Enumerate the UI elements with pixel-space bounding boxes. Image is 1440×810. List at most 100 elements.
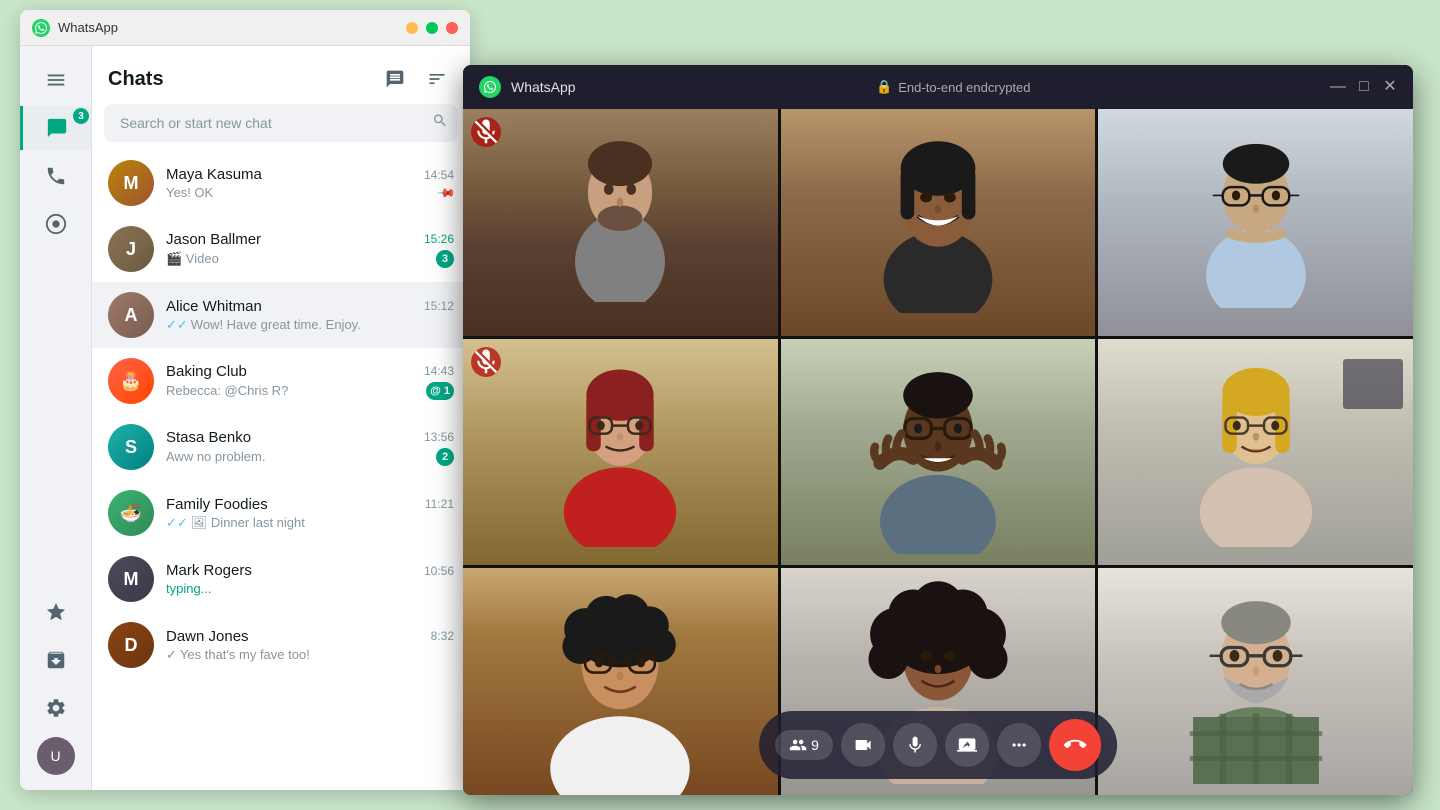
avatar: A <box>108 292 154 338</box>
chat-panel: Chats <box>92 46 470 790</box>
sidebar-item-status[interactable] <box>34 202 78 246</box>
chat-preview: 🎬 Video <box>166 251 219 267</box>
list-item[interactable]: M Mark Rogers 10:56 typing... <box>92 546 470 612</box>
list-item[interactable]: A Alice Whitman 15:12 ✓✓ Wow! Have great… <box>92 282 470 348</box>
video-cell-6 <box>1098 339 1413 566</box>
chat-time: 14:54 <box>424 168 454 182</box>
list-item[interactable]: 🎂 Baking Club 14:43 Rebecca: @Chris R? @… <box>92 348 470 414</box>
chat-info: Alice Whitman 15:12 ✓✓ Wow! Have great t… <box>166 298 454 333</box>
chat-list: M Maya Kasuma 14:54 Yes! OK 📌 <box>92 150 470 790</box>
sidebar-item-chats[interactable]: 3 <box>20 106 91 150</box>
video-maximize-button[interactable]: □ <box>1357 80 1371 94</box>
window-controls: – □ ✕ <box>406 22 458 34</box>
chat-time: 8:32 <box>431 629 454 643</box>
mic-muted-icon-1 <box>471 117 501 147</box>
chat-preview: Aww no problem. <box>166 449 265 464</box>
video-cell-2 <box>781 109 1096 336</box>
video-minimize-button[interactable]: — <box>1331 80 1345 94</box>
chat-name: Mark Rogers <box>166 562 252 579</box>
chat-info: Family Foodies 11:21 ✓✓ 🖼 Dinner last ni… <box>166 496 454 531</box>
close-button[interactable]: ✕ <box>446 22 458 34</box>
list-item[interactable]: J Jason Ballmer 15:26 🎬 Video 3 <box>92 216 470 282</box>
chat-preview: ✓ Yes that's my fave too! <box>166 647 310 663</box>
video-close-button[interactable]: ✕ <box>1383 80 1397 94</box>
list-item[interactable]: D Dawn Jones 8:32 ✓ Yes that's my fave t… <box>92 612 470 678</box>
chat-info: Jason Ballmer 15:26 🎬 Video 3 <box>166 231 454 268</box>
chat-preview: Rebecca: @Chris R? <box>166 383 288 398</box>
encryption-text: End-to-end endcrypted <box>898 80 1030 95</box>
chat-time: 14:43 <box>424 364 454 378</box>
sidebar-item-menu[interactable] <box>34 58 78 102</box>
avatar: J <box>108 226 154 272</box>
chat-name: Alice Whitman <box>166 298 262 315</box>
video-toggle-button[interactable] <box>841 723 885 767</box>
avatar: D <box>108 622 154 668</box>
pin-icon: 📌 <box>436 182 456 202</box>
unread-badge: @ 1 <box>426 382 454 400</box>
chat-preview-typing: typing... <box>166 581 212 596</box>
video-grid <box>463 109 1413 795</box>
sidebar-item-calls[interactable] <box>34 154 78 198</box>
sidebar-item-archived[interactable] <box>34 638 78 682</box>
unread-badge: 3 <box>436 250 454 268</box>
video-cell-1 <box>463 109 778 336</box>
avatar: S <box>108 424 154 470</box>
chat-time: 15:26 <box>424 232 454 246</box>
chat-info: Dawn Jones 8:32 ✓ Yes that's my fave too… <box>166 628 454 663</box>
avatar: M <box>108 160 154 206</box>
avatar: 🎂 <box>108 358 154 404</box>
mic-muted-icon-4 <box>471 347 501 377</box>
list-item[interactable]: S Stasa Benko 13:56 Aww no problem. 2 <box>92 414 470 480</box>
maximize-button[interactable]: □ <box>426 22 438 34</box>
minimize-button[interactable]: – <box>406 22 418 34</box>
window-titlebar: WhatsApp – □ ✕ <box>20 10 470 46</box>
chat-info: Maya Kasuma 14:54 Yes! OK 📌 <box>166 166 454 200</box>
chat-info: Baking Club 14:43 Rebecca: @Chris R? @ 1 <box>166 363 454 400</box>
chat-name: Stasa Benko <box>166 429 251 446</box>
app-icon <box>32 19 50 37</box>
chat-preview: ✓✓ 🖼 Dinner last night <box>166 515 305 531</box>
participants-button[interactable]: 9 <box>775 730 833 760</box>
mic-toggle-button[interactable] <box>893 723 937 767</box>
new-chat-button[interactable] <box>378 62 412 96</box>
chat-time: 15:12 <box>424 299 454 313</box>
main-whatsapp-window: WhatsApp – □ ✕ 3 <box>20 10 470 790</box>
more-options-button[interactable] <box>997 723 1041 767</box>
video-encryption-label: 🔒 End-to-end endcrypted <box>586 79 1321 95</box>
chat-preview: Yes! OK <box>166 185 213 200</box>
video-titlebar: WhatsApp 🔒 End-to-end endcrypted — □ ✕ <box>463 65 1413 109</box>
chat-time: 10:56 <box>424 564 454 578</box>
video-controls: 9 <box>759 711 1117 779</box>
chat-time: 11:21 <box>425 497 454 511</box>
unread-badge: 2 <box>436 448 454 466</box>
sidebar-item-settings[interactable] <box>34 686 78 730</box>
list-item[interactable]: 🍜 Family Foodies 11:21 ✓✓ 🖼 Dinner last … <box>92 480 470 546</box>
participants-count-label: 9 <box>811 737 819 753</box>
video-cell-3 <box>1098 109 1413 336</box>
screen-share-button[interactable] <box>945 723 989 767</box>
chat-name: Baking Club <box>166 363 247 380</box>
sidebar-item-profile[interactable]: U <box>34 734 78 778</box>
chats-title: Chats <box>108 68 164 91</box>
video-cell-7 <box>463 568 778 795</box>
sidebar: 3 U <box>20 46 92 790</box>
video-cell-9 <box>1098 568 1413 795</box>
video-call-window: WhatsApp 🔒 End-to-end endcrypted — □ ✕ <box>463 65 1413 795</box>
filter-button[interactable] <box>420 62 454 96</box>
sidebar-item-starred[interactable] <box>34 590 78 634</box>
search-bar <box>104 104 458 142</box>
video-cell-5 <box>781 339 1096 566</box>
video-app-icon <box>479 76 501 98</box>
chat-info: Mark Rogers 10:56 typing... <box>166 562 454 596</box>
avatar: M <box>108 556 154 602</box>
end-call-button[interactable] <box>1049 719 1101 771</box>
search-icon <box>432 113 448 134</box>
chat-name: Family Foodies <box>166 496 268 513</box>
search-input[interactable] <box>104 104 458 142</box>
chat-name: Jason Ballmer <box>166 231 261 248</box>
video-window-controls: — □ ✕ <box>1331 80 1397 94</box>
chat-name: Dawn Jones <box>166 628 249 645</box>
chat-preview: ✓✓ Wow! Have great time. Enjoy. <box>166 317 361 333</box>
list-item[interactable]: M Maya Kasuma 14:54 Yes! OK 📌 <box>92 150 470 216</box>
main-content: 3 U Chats <box>20 46 470 790</box>
